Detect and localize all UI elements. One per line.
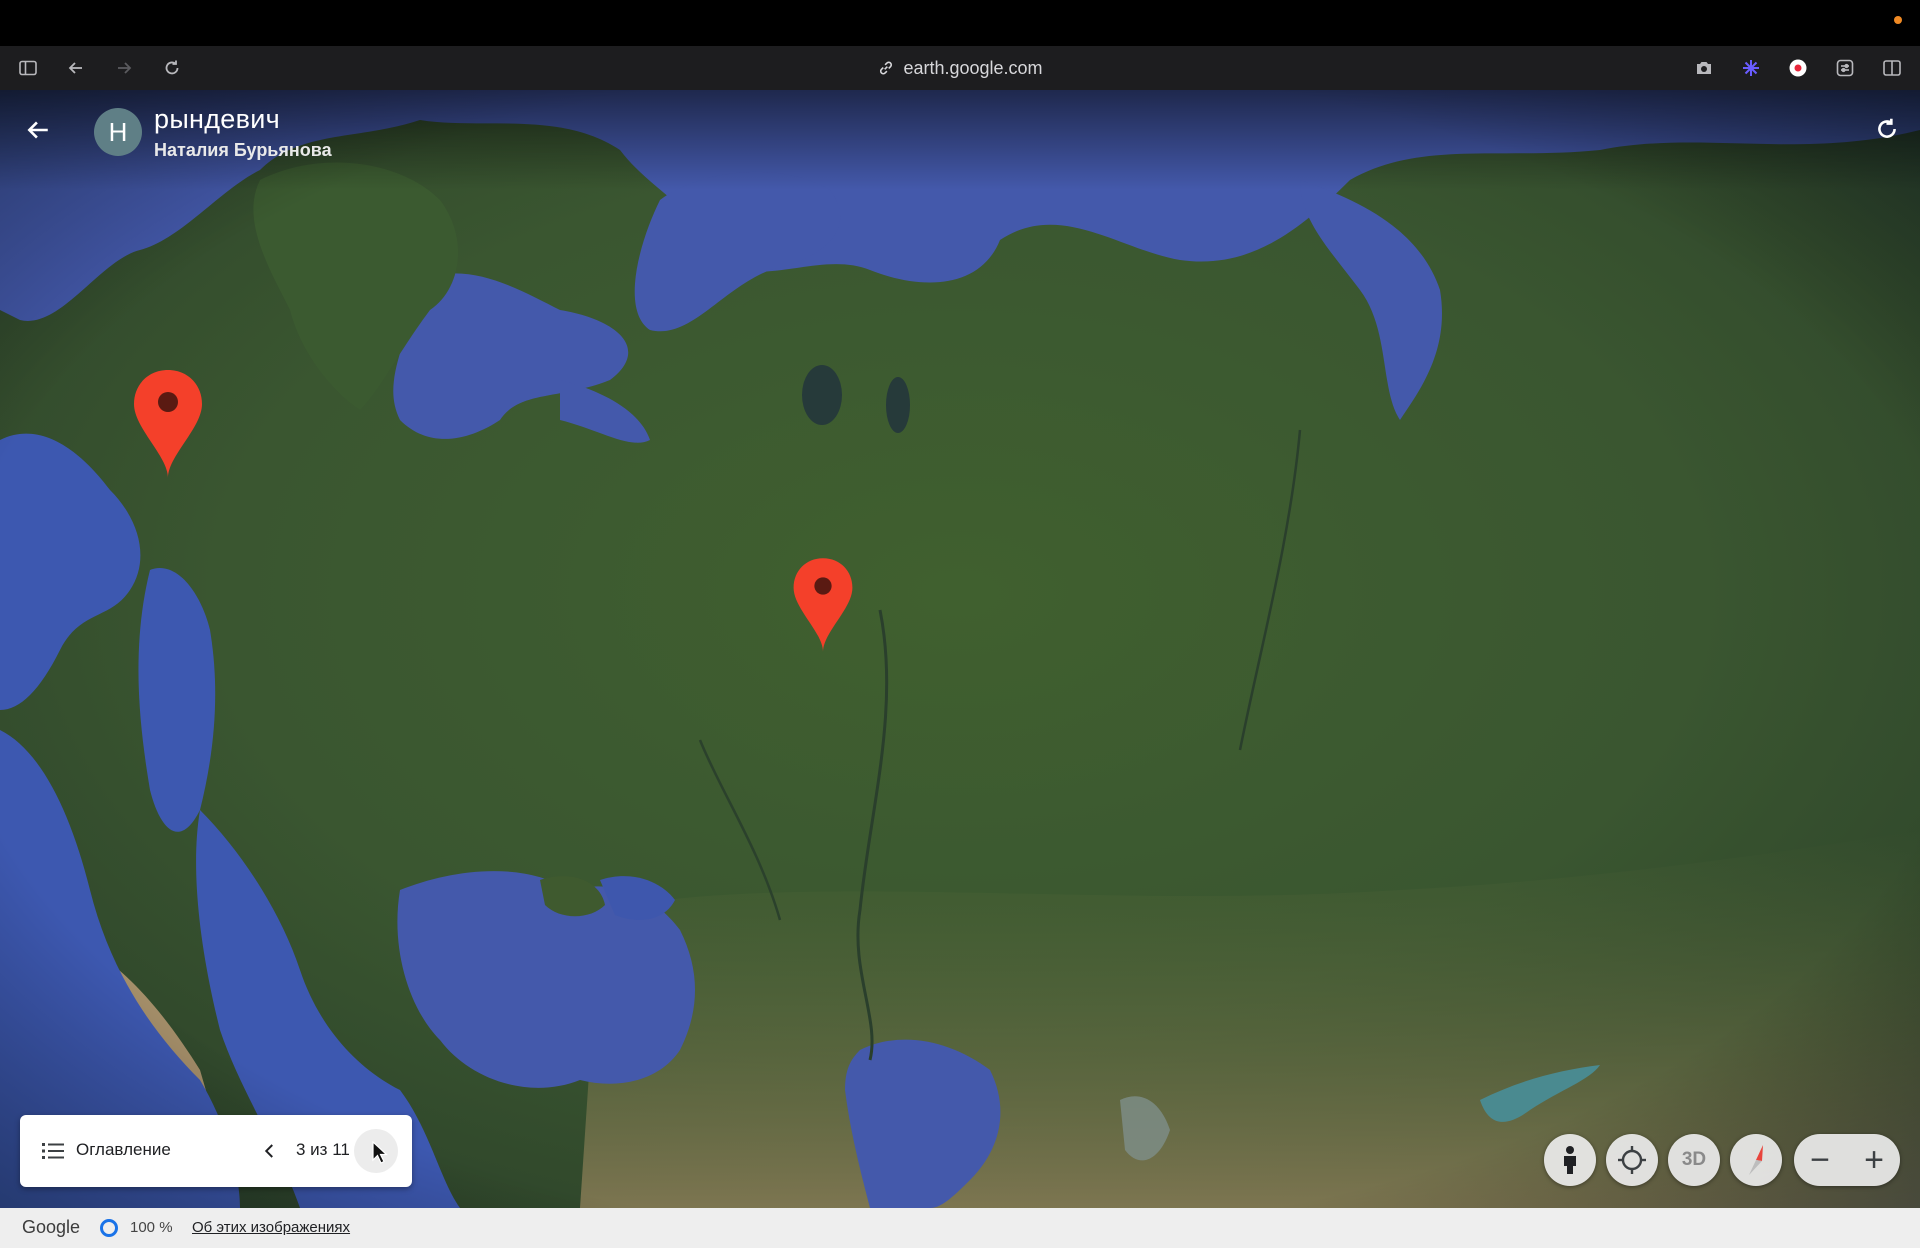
- google-logo: Google: [22, 1217, 81, 1237]
- compass-button[interactable]: [1730, 1134, 1782, 1186]
- slide-counter: 3 из 11: [296, 1140, 350, 1159]
- mouse-cursor-icon: [372, 1141, 388, 1164]
- 3d-label: 3D: [1681, 1149, 1707, 1170]
- list-icon[interactable]: [42, 1141, 64, 1161]
- table-of-contents-button[interactable]: Оглавление: [76, 1140, 171, 1160]
- split-view-icon[interactable]: [1878, 54, 1906, 82]
- record-icon[interactable]: [1784, 54, 1812, 82]
- address-bar[interactable]: earth.google.com: [850, 54, 1070, 82]
- street-view-button[interactable]: [1544, 1134, 1596, 1186]
- earth-map[interactable]: [0, 90, 1920, 1208]
- load-percentage: 100 %: [130, 1219, 173, 1236]
- url-text: earth.google.com: [903, 57, 1043, 78]
- sparkle-icon[interactable]: [1737, 54, 1765, 82]
- zoom-controls: − +: [1794, 1134, 1900, 1186]
- map-pin-1[interactable]: [131, 368, 205, 480]
- pegman-icon: [1564, 1146, 1576, 1174]
- compass-icon: [1749, 1145, 1763, 1175]
- refresh-icon: [1878, 118, 1896, 138]
- sidebar-icon[interactable]: [14, 54, 42, 82]
- about-imagery-link[interactable]: Об этих изображениях: [192, 1219, 350, 1236]
- top-strip: [0, 0, 1920, 46]
- crosshair-icon: [1618, 1146, 1646, 1174]
- link-icon: [880, 61, 893, 75]
- avatar[interactable]: Н: [94, 108, 142, 156]
- back-arrow-icon[interactable]: [62, 54, 90, 82]
- my-location-button[interactable]: [1606, 1134, 1658, 1186]
- loading-ring-icon: [100, 1219, 118, 1237]
- reload-icon[interactable]: [158, 54, 186, 82]
- browser-toolbar: earth.google.com: [0, 46, 1920, 91]
- toggle-3d-button[interactable]: 3D: [1668, 1134, 1720, 1186]
- project-author: Наталия Бурьянова: [154, 140, 332, 160]
- back-button[interactable]: [20, 112, 56, 148]
- status-bar: Google 100 % Об этих изображениях: [0, 1208, 1920, 1248]
- zoom-out-button[interactable]: −: [1794, 1134, 1846, 1186]
- project-header: Н рындевич Наталия Бурьянова: [0, 90, 1920, 190]
- previous-slide-button[interactable]: [256, 1137, 284, 1165]
- zoom-in-button[interactable]: +: [1848, 1134, 1900, 1186]
- notification-dot: [1894, 16, 1902, 24]
- map-pin-2[interactable]: [791, 556, 855, 654]
- project-title: рындевич: [154, 104, 280, 134]
- forward-arrow-icon[interactable]: [110, 54, 138, 82]
- story-navigator: Оглавление 3 из 11: [20, 1115, 412, 1187]
- chevron-left-icon: [264, 1144, 273, 1158]
- replay-button[interactable]: [1872, 114, 1902, 144]
- settings-panel-icon[interactable]: [1831, 54, 1859, 82]
- camera-icon[interactable]: [1690, 54, 1718, 82]
- arrow-left-icon: [27, 121, 48, 139]
